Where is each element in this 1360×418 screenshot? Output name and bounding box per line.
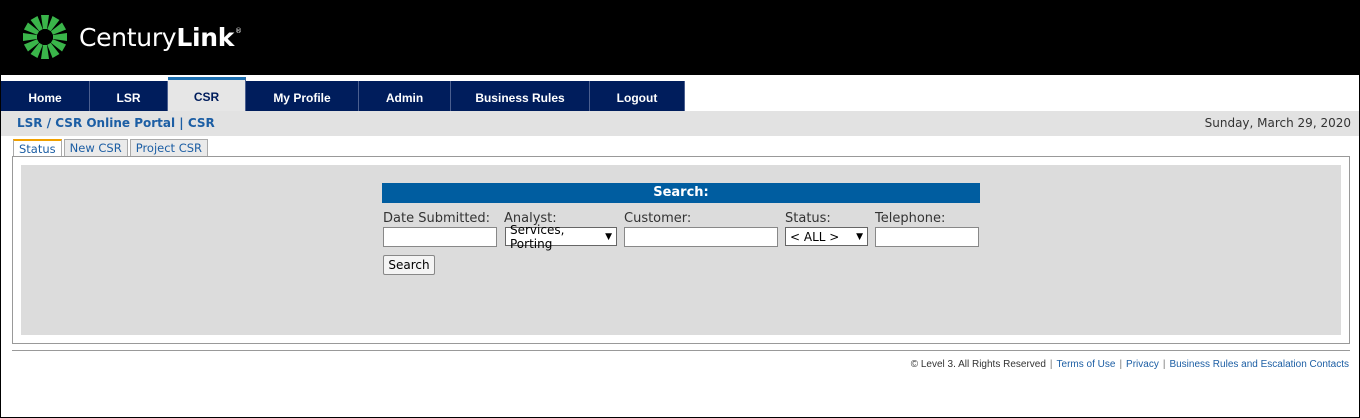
- centurylink-logo[interactable]: CenturyLink®: [21, 13, 242, 61]
- footer-separator: |: [1119, 359, 1123, 370]
- telephone-label: Telephone:: [875, 211, 946, 226]
- date-submitted-input[interactable]: [383, 227, 497, 247]
- sub-tabs: Status New CSR Project CSR: [13, 139, 210, 157]
- date-submitted-label: Date Submitted:: [383, 211, 491, 226]
- search-area: Search: Date Submitted: Analyst: Service…: [21, 165, 1341, 335]
- dropdown-arrow-icon: ▼: [605, 231, 612, 242]
- subtab-new-csr[interactable]: New CSR: [63, 139, 128, 156]
- trademark-mark: ®: [235, 26, 242, 35]
- nav-tab-lsr[interactable]: LSR: [90, 81, 168, 114]
- nav-tab-csr[interactable]: CSR: [168, 77, 246, 114]
- page-frame: CenturyLink® Home LSR CSR My Profile Adm…: [0, 0, 1360, 418]
- footer-separator: |: [1049, 359, 1053, 370]
- subtab-project-csr[interactable]: Project CSR: [129, 139, 209, 156]
- site-header: CenturyLink®: [1, 1, 1359, 75]
- search-header: Search:: [382, 183, 980, 203]
- terms-of-use-link[interactable]: Terms of Use: [1057, 359, 1116, 370]
- analyst-select[interactable]: Services, Porting ▼: [505, 223, 617, 251]
- nav-tab-admin[interactable]: Admin: [359, 81, 451, 114]
- telephone-input[interactable]: [875, 227, 979, 247]
- status-selected-value: < ALL >: [790, 229, 840, 244]
- status-select[interactable]: < ALL > ▼: [785, 227, 868, 246]
- content-panel: Search: Date Submitted: Analyst: Service…: [12, 156, 1350, 344]
- search-button[interactable]: Search: [383, 255, 435, 275]
- analyst-selected-value: Services, Porting: [510, 222, 565, 251]
- nav-tab-my-profile[interactable]: My Profile: [246, 81, 359, 114]
- nav-tab-business-rules[interactable]: Business Rules: [451, 81, 590, 114]
- breadcrumb-bar: LSR / CSR Online Portal | CSR Sunday, Ma…: [1, 111, 1359, 136]
- brand-name-bold: Link: [176, 22, 235, 52]
- main-nav: Home LSR CSR My Profile Admin Business R…: [1, 77, 685, 114]
- customer-label: Customer:: [624, 211, 692, 226]
- privacy-link[interactable]: Privacy: [1126, 359, 1159, 370]
- footer-separator: |: [1162, 359, 1166, 370]
- nav-tab-home[interactable]: Home: [1, 81, 90, 114]
- status-label: Status:: [785, 211, 831, 226]
- business-rules-contacts-link[interactable]: Business Rules and Escalation Contacts: [1169, 359, 1349, 370]
- brand-name: CenturyLink®: [79, 23, 242, 52]
- copyright-text: © Level 3. All Rights Reserved: [910, 359, 1046, 370]
- customer-input[interactable]: [624, 227, 778, 247]
- nav-tab-logout[interactable]: Logout: [590, 81, 685, 114]
- subtab-status[interactable]: Status: [13, 139, 62, 157]
- current-date: Sunday, March 29, 2020: [1204, 116, 1351, 130]
- footer-divider: [12, 350, 1350, 351]
- centurylink-burst-icon: [23, 15, 67, 59]
- footer: © Level 3. All Rights Reserved | Terms of …: [911, 359, 1349, 370]
- breadcrumb: LSR / CSR Online Portal | CSR: [17, 116, 215, 130]
- brand-name-regular: Century: [79, 22, 177, 52]
- dropdown-arrow-icon: ▼: [856, 231, 863, 242]
